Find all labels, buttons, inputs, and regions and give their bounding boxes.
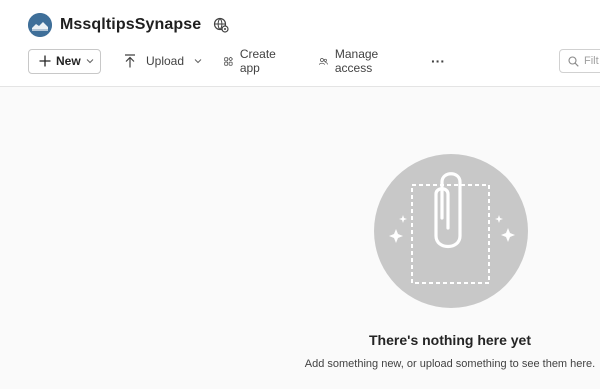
workspace-page: MssqltipsSynapse New Upload Create app M… [0, 0, 600, 389]
workspace-settings-icon[interactable] [213, 17, 229, 33]
new-button[interactable]: New [28, 48, 101, 74]
more-icon: ··· [431, 53, 445, 69]
empty-state-illustration [374, 154, 528, 308]
empty-state-subtitle: Add something new, or upload something t… [304, 358, 596, 370]
create-app-label: Create app [239, 47, 276, 75]
workspace-header: MssqltipsSynapse [28, 11, 229, 39]
new-button-label: New [56, 54, 81, 68]
chevron-down-icon [86, 59, 94, 64]
apps-icon [224, 56, 233, 66]
create-app-button[interactable]: Create app [224, 47, 280, 75]
chevron-down-icon [194, 59, 202, 64]
upload-button[interactable]: Upload [124, 54, 202, 68]
upload-label: Upload [146, 54, 185, 68]
workspace-logo-icon [28, 13, 52, 37]
upload-icon [125, 54, 135, 68]
people-icon [319, 57, 328, 65]
filter-placeholder: Filt [584, 55, 599, 67]
empty-state-title: There's nothing here yet [368, 332, 532, 348]
manage-access-label: Manage access [334, 47, 379, 75]
manage-access-button[interactable]: Manage access [319, 47, 384, 75]
filter-input[interactable]: Filt [559, 49, 600, 73]
plus-icon [39, 55, 51, 67]
search-icon [568, 55, 579, 67]
workspace-title: MssqltipsSynapse [60, 16, 202, 33]
more-options-button[interactable]: ··· [431, 53, 445, 69]
command-bar: New Upload Create app Manage access ··· [28, 47, 445, 75]
